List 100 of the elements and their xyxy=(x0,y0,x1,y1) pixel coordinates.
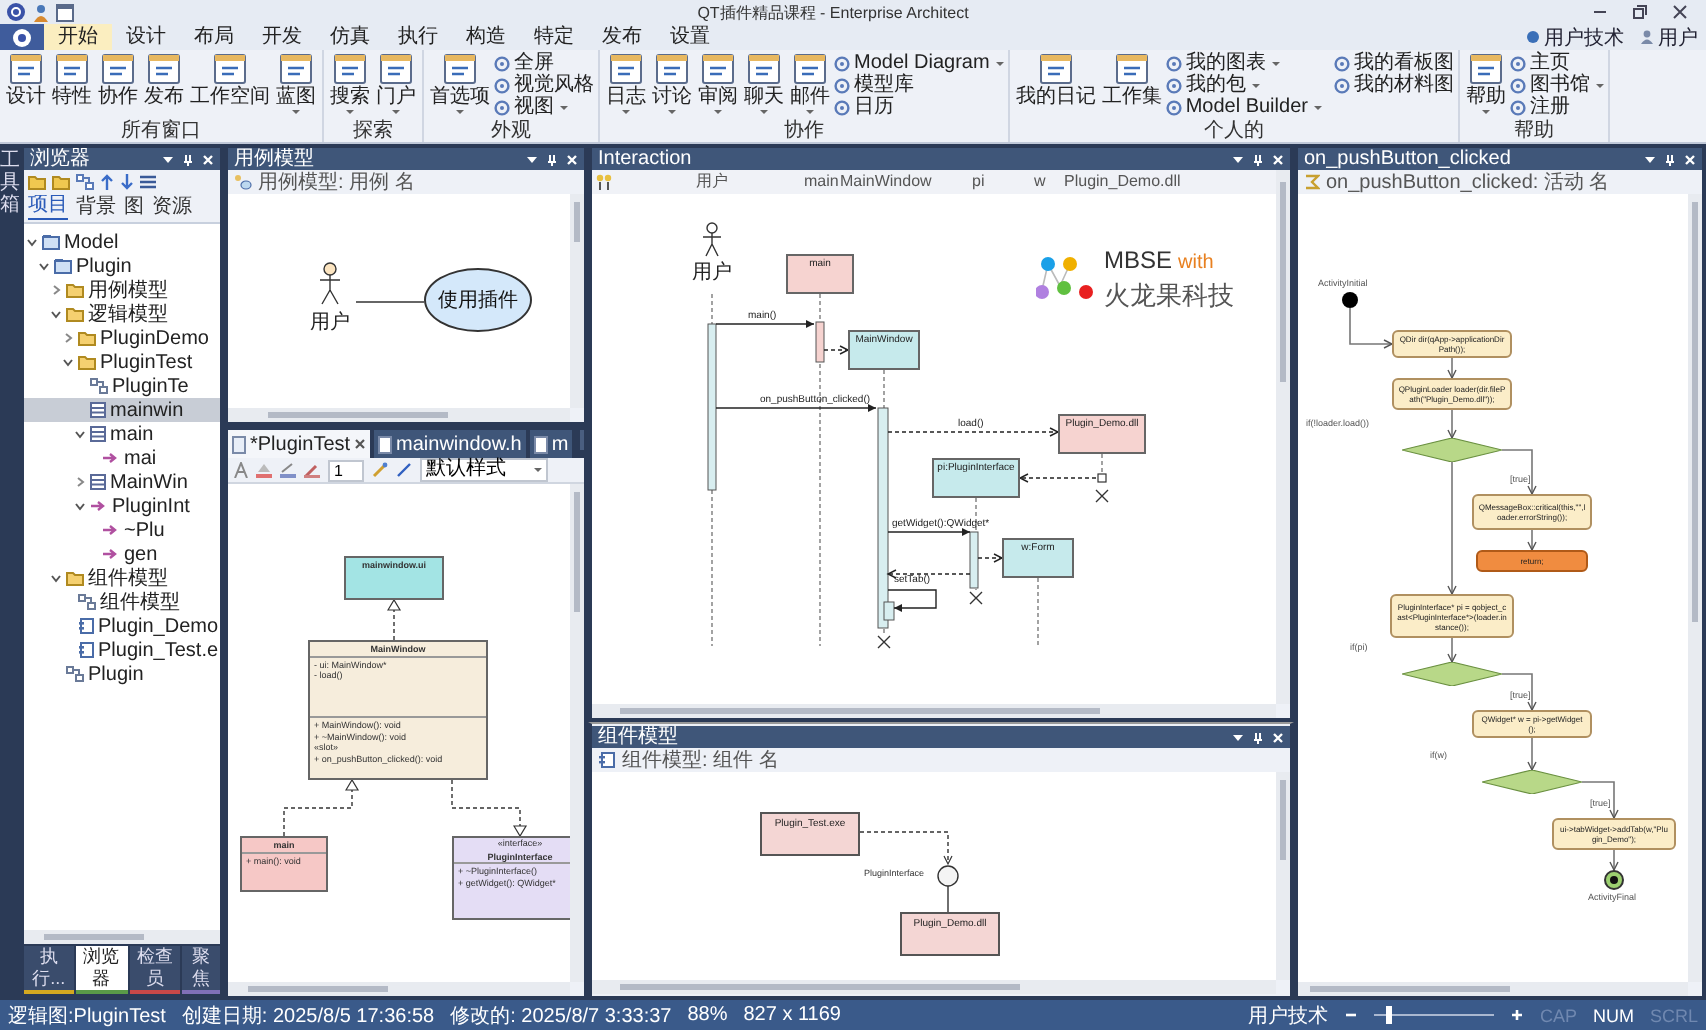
tree-item[interactable]: Plugin_Demo xyxy=(24,614,220,638)
expand-toggle-icon[interactable] xyxy=(62,332,74,344)
connector-icon[interactable] xyxy=(396,462,412,478)
line-width-field[interactable]: 1 xyxy=(328,459,364,481)
ribbon-button[interactable]: 讨论 xyxy=(650,52,694,120)
ribbon-button[interactable]: 邮件 xyxy=(788,52,832,120)
menu-tab[interactable]: 设计 xyxy=(112,24,180,50)
panel-tab[interactable]: 检查员 xyxy=(129,946,181,994)
expand-toggle-icon[interactable] xyxy=(74,476,86,488)
magic-wand-icon[interactable] xyxy=(372,462,388,478)
tree-item[interactable]: mai xyxy=(24,446,220,470)
pin-icon[interactable] xyxy=(1252,731,1264,743)
scrollbar[interactable] xyxy=(1298,982,1688,996)
tree-item[interactable]: 逻辑模型 xyxy=(24,302,220,326)
tree-item[interactable]: mainwin xyxy=(24,398,220,422)
panel-tab[interactable]: 聚焦 xyxy=(182,946,220,994)
menu-icon[interactable] xyxy=(140,173,160,189)
ribbon-button[interactable]: 特性 xyxy=(50,52,94,120)
tree-item[interactable]: PluginDemo xyxy=(24,326,220,350)
ribbon-button[interactable]: 聊天 xyxy=(742,52,786,120)
ribbon-menu-item[interactable]: 全屏 xyxy=(494,52,594,74)
tree-item[interactable]: Plugin xyxy=(24,254,220,278)
menu-tab[interactable]: 发布 xyxy=(588,24,656,50)
restore-icon[interactable] xyxy=(1632,4,1648,20)
ribbon-menu-item[interactable]: 我的看板图 xyxy=(1333,52,1454,74)
document-tab[interactable]: mainwindow.h xyxy=(374,430,526,458)
pin-icon[interactable] xyxy=(546,153,558,165)
caret-icon[interactable] xyxy=(162,153,174,165)
pin-icon[interactable] xyxy=(1664,153,1676,165)
tree-item[interactable]: 组件模型 xyxy=(24,566,220,590)
close-icon[interactable] xyxy=(354,438,367,450)
arrow-up-icon[interactable] xyxy=(100,173,114,189)
ribbon-button[interactable]: 审阅 xyxy=(696,52,740,120)
zoom-in-icon[interactable] xyxy=(1509,1008,1524,1022)
user-button[interactable]: 用户 xyxy=(1632,24,1706,50)
ribbon-button[interactable]: 我的日记 xyxy=(1013,52,1098,120)
app-menu-button[interactable] xyxy=(0,24,44,50)
tree-item[interactable]: MainWin xyxy=(24,470,220,494)
ribbon-button[interactable]: 搜索 xyxy=(328,52,372,120)
caret-icon[interactable] xyxy=(1232,731,1244,743)
scrollbar[interactable] xyxy=(1276,170,1290,704)
menu-tab[interactable]: 构造 xyxy=(452,24,520,50)
tree-item[interactable]: PluginTe xyxy=(24,374,220,398)
caret-icon[interactable] xyxy=(1644,153,1656,165)
ribbon-button[interactable]: 发布 xyxy=(142,52,186,120)
tree-item[interactable]: PluginTest xyxy=(24,350,220,374)
scrollbar[interactable] xyxy=(592,980,1276,994)
document-tab[interactable]: m xyxy=(529,430,573,458)
ribbon-menu-item[interactable]: 我的包 xyxy=(1165,74,1322,96)
expand-toggle-icon[interactable] xyxy=(50,308,62,320)
line-color-icon[interactable] xyxy=(280,462,296,478)
ribbon-button[interactable]: 协作 xyxy=(96,52,140,120)
ribbon-menu-item[interactable]: 视觉风格 xyxy=(494,74,594,96)
expand-toggle-icon[interactable] xyxy=(74,428,86,440)
panel-tab[interactable]: 执行... xyxy=(24,946,74,994)
menu-tab[interactable]: 特定 xyxy=(520,24,588,50)
scrollbar[interactable] xyxy=(1276,772,1290,980)
panel-tab[interactable]: 浏览器 xyxy=(75,946,128,994)
ribbon-menu-item[interactable]: Model Builder xyxy=(1165,96,1322,118)
ribbon-menu-item[interactable]: 我的材料图 xyxy=(1333,74,1454,96)
tree-item[interactable]: Model xyxy=(24,230,220,254)
ribbon-menu-item[interactable]: 视图 xyxy=(494,96,594,118)
ribbon-button[interactable]: 工作空间 xyxy=(188,52,272,120)
ribbon-button[interactable]: 蓝图 xyxy=(274,52,318,120)
browser-tab[interactable]: 项目 xyxy=(28,194,68,220)
ribbon-button[interactable]: 帮助 xyxy=(1463,52,1508,120)
ribbon-button[interactable]: 日志 xyxy=(604,52,648,120)
font-icon[interactable] xyxy=(234,462,248,478)
menu-tab[interactable]: 执行 xyxy=(384,24,452,50)
ribbon-menu-item[interactable]: 图书馆 xyxy=(1509,74,1604,96)
ribbon-button[interactable]: 门户 xyxy=(374,52,418,120)
window-icon[interactable] xyxy=(56,3,74,21)
menu-tab[interactable]: 开始 xyxy=(44,24,112,50)
tree-item[interactable]: gen xyxy=(24,542,220,566)
menu-tab[interactable]: 开发 xyxy=(248,24,316,50)
tree-item[interactable]: 用例模型 xyxy=(24,278,220,302)
fill-color-icon[interactable] xyxy=(256,462,272,478)
ribbon-menu-item[interactable]: 注册 xyxy=(1509,96,1604,118)
tree-item[interactable]: ~Plu xyxy=(24,518,220,542)
scrollbar[interactable] xyxy=(570,484,584,982)
menu-tab[interactable]: 布局 xyxy=(180,24,248,50)
expand-toggle-icon[interactable] xyxy=(74,500,86,512)
ribbon-button[interactable]: 首选项 xyxy=(428,52,492,120)
scrollbar[interactable] xyxy=(570,194,584,408)
browser-tab[interactable]: 图 xyxy=(124,194,144,220)
ribbon-button[interactable]: 工作集 xyxy=(1099,52,1164,120)
scrollbar[interactable] xyxy=(228,408,570,422)
document-tab[interactable]: *PluginTest xyxy=(228,430,371,458)
ribbon-menu-item[interactable]: Model Diagram xyxy=(834,52,1004,74)
browser-tab[interactable]: 资源 xyxy=(152,194,192,220)
close-icon[interactable] xyxy=(1672,4,1688,20)
ribbon-menu-item[interactable]: 模型库 xyxy=(834,74,1004,96)
caret-icon[interactable] xyxy=(526,153,538,165)
menu-tab[interactable]: 设置 xyxy=(656,24,724,50)
tree-item[interactable]: main xyxy=(24,422,220,446)
scrollbar[interactable] xyxy=(592,704,1276,718)
ribbon-menu-item[interactable]: 日历 xyxy=(834,96,1004,118)
tree-item[interactable]: Plugin_Test.e xyxy=(24,638,220,662)
pen-icon[interactable] xyxy=(304,462,320,478)
toolbox-tab[interactable]: 工具箱 xyxy=(0,150,20,1000)
